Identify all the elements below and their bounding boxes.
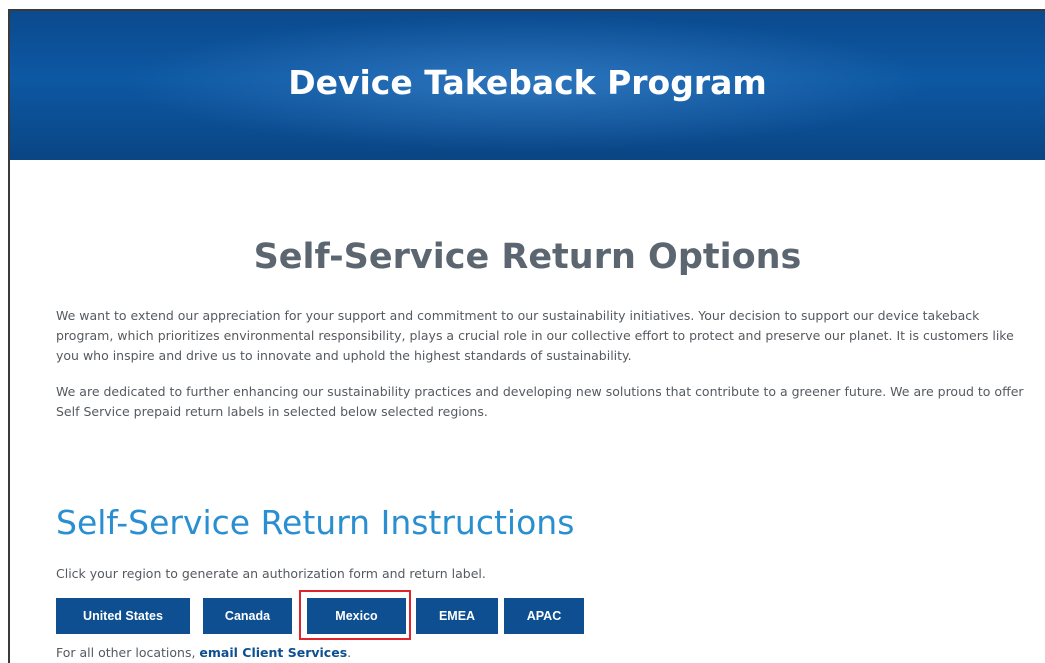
page-frame: Device Takeback Program Self-Service Ret… <box>8 9 1045 663</box>
footer-prefix: For all other locations, <box>56 645 200 660</box>
email-client-services-link[interactable]: email Client Services <box>199 645 347 660</box>
footer-suffix: . <box>347 645 352 660</box>
instructions-text: Click your region to generate an authori… <box>56 566 486 581</box>
intro-paragraph-1: We want to extend our appreciation for y… <box>56 308 1014 363</box>
region-button-mexico[interactable]: Mexico <box>307 598 406 634</box>
hero-banner: Device Takeback Program <box>10 11 1045 160</box>
instructions-title: Self-Service Return Instructions <box>56 503 575 542</box>
footer-note: For all other locations, email Client Se… <box>56 645 351 660</box>
region-button-apac[interactable]: APAC <box>504 598 584 634</box>
region-button-united-states[interactable]: United States <box>56 598 190 634</box>
region-button-canada[interactable]: Canada <box>203 598 292 634</box>
intro-paragraph-2: We are dedicated to further enhancing ou… <box>56 384 1024 419</box>
region-button-emea[interactable]: EMEA <box>416 598 498 634</box>
section-title: Self-Service Return Options <box>253 237 802 277</box>
hero-title: Device Takeback Program <box>288 63 767 102</box>
